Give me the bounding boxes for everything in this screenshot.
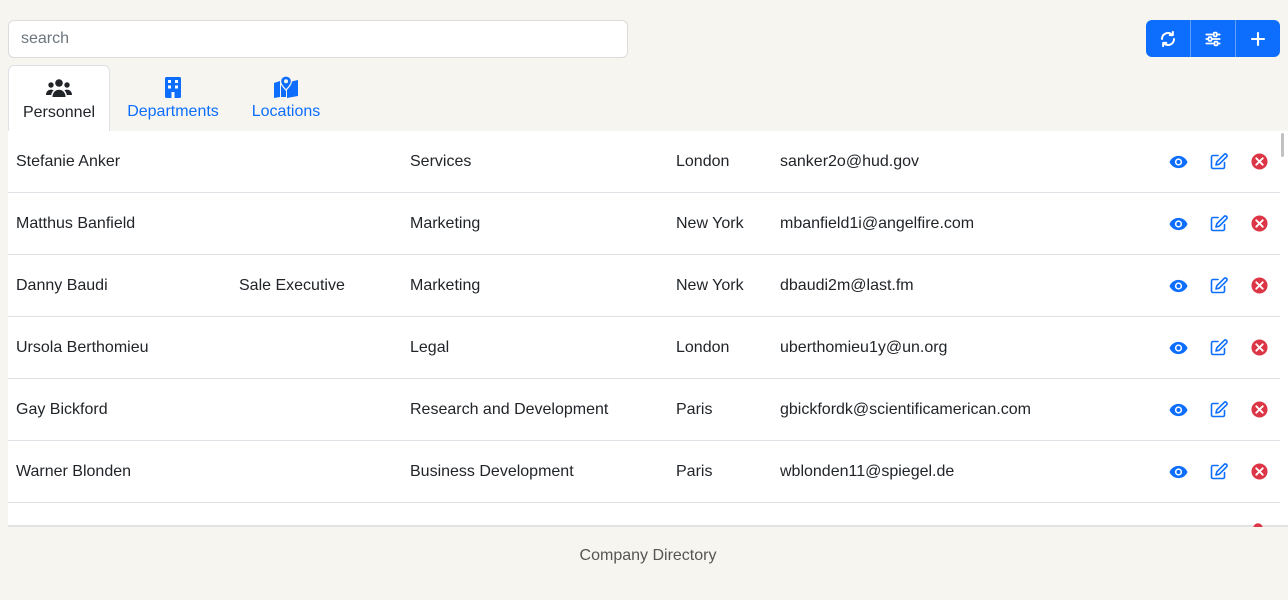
eye-icon bbox=[1168, 217, 1188, 230]
eye-icon bbox=[1168, 155, 1188, 168]
edit-icon bbox=[1210, 462, 1228, 479]
map-location-icon bbox=[273, 76, 299, 98]
tab-departments-label: Departments bbox=[127, 103, 219, 120]
personnel-table: Stefanie Anker Services London sanker2o@… bbox=[8, 131, 1288, 527]
tab-bar: Personnel Departments Locations bbox=[8, 65, 336, 132]
personnel-location: Paris bbox=[676, 400, 713, 418]
table-row: Ursola Berthomieu Legal London uberthomi… bbox=[8, 317, 1280, 379]
table-row: Danny Baudi Sale Executive Marketing New… bbox=[8, 255, 1280, 317]
view-button[interactable] bbox=[1166, 379, 1190, 440]
close-circle-icon bbox=[1250, 277, 1268, 294]
scrollbar-thumb[interactable] bbox=[1281, 133, 1284, 157]
edit-button[interactable] bbox=[1207, 441, 1231, 502]
edit-button[interactable] bbox=[1207, 255, 1231, 316]
edit-button[interactable] bbox=[1207, 193, 1231, 254]
personnel-location: Paris bbox=[676, 462, 713, 480]
eye-icon bbox=[1168, 341, 1188, 354]
edit-button[interactable] bbox=[1207, 379, 1231, 440]
personnel-email: gbickfordk@scientificamerican.com bbox=[780, 400, 1031, 418]
add-button[interactable] bbox=[1236, 20, 1280, 57]
personnel-email: mbanfield1i@angelfire.com bbox=[780, 214, 975, 232]
eye-icon bbox=[1168, 403, 1188, 416]
delete-button[interactable] bbox=[1247, 193, 1271, 254]
tab-personnel-label: Personnel bbox=[22, 104, 96, 121]
eye-icon bbox=[1168, 279, 1188, 292]
delete-button[interactable] bbox=[1247, 441, 1271, 502]
view-button[interactable] bbox=[1166, 255, 1190, 316]
plus-icon bbox=[1250, 31, 1266, 46]
toolbar-button-group bbox=[1146, 20, 1280, 57]
personnel-job-title: Sale Executive bbox=[239, 276, 345, 294]
refresh-button[interactable] bbox=[1146, 20, 1191, 57]
tab-departments[interactable]: Departments bbox=[110, 65, 236, 131]
view-button[interactable] bbox=[1166, 193, 1190, 254]
personnel-department: Legal bbox=[410, 338, 450, 356]
eye-icon bbox=[1168, 465, 1188, 478]
personnel-name: Warner Blonden bbox=[16, 462, 132, 480]
partial-delete-icon bbox=[1253, 523, 1263, 527]
close-circle-icon bbox=[1250, 215, 1268, 232]
close-circle-icon bbox=[1250, 339, 1268, 356]
filter-button[interactable] bbox=[1191, 20, 1236, 57]
personnel-department: Business Development bbox=[410, 462, 574, 480]
edit-button[interactable] bbox=[1207, 317, 1231, 378]
view-button[interactable] bbox=[1166, 317, 1190, 378]
close-circle-icon bbox=[1250, 401, 1268, 418]
personnel-name: Ursola Berthomieu bbox=[16, 338, 149, 356]
personnel-department: Research and Development bbox=[410, 400, 609, 418]
close-circle-icon bbox=[1250, 463, 1268, 480]
building-icon bbox=[165, 76, 181, 98]
footer-text: Company Directory bbox=[579, 547, 717, 564]
tab-personnel[interactable]: Personnel bbox=[8, 65, 110, 132]
refresh-icon bbox=[1161, 30, 1175, 47]
personnel-email: wblonden11@spiegel.de bbox=[780, 462, 955, 480]
personnel-name: Stefanie Anker bbox=[16, 152, 121, 170]
personnel-location: New York bbox=[676, 214, 744, 232]
personnel-name: Gay Bickford bbox=[16, 400, 108, 418]
personnel-email: dbaudi2m@last.fm bbox=[780, 276, 914, 294]
personnel-location: London bbox=[676, 152, 730, 170]
tab-locations-label: Locations bbox=[251, 103, 321, 120]
personnel-name: Matthus Banfield bbox=[16, 214, 136, 232]
delete-button[interactable] bbox=[1247, 317, 1271, 378]
personnel-department: Marketing bbox=[410, 276, 481, 294]
edit-icon bbox=[1210, 400, 1228, 417]
personnel-location: London bbox=[676, 338, 730, 356]
search-input[interactable] bbox=[8, 20, 628, 58]
edit-icon bbox=[1210, 152, 1228, 169]
personnel-email: uberthomieu1y@un.org bbox=[780, 338, 948, 356]
delete-button[interactable] bbox=[1247, 131, 1271, 192]
table-row: Warner Blonden Business Development Pari… bbox=[8, 441, 1280, 503]
personnel-email: sanker2o@hud.gov bbox=[780, 152, 919, 170]
view-button[interactable] bbox=[1166, 441, 1190, 502]
edit-icon bbox=[1210, 214, 1228, 231]
personnel-location: New York bbox=[676, 276, 744, 294]
personnel-department: Services bbox=[410, 152, 472, 170]
tab-locations[interactable]: Locations bbox=[236, 65, 336, 131]
delete-button[interactable] bbox=[1247, 255, 1271, 316]
users-icon bbox=[46, 77, 72, 99]
close-circle-icon bbox=[1250, 153, 1268, 170]
table-row: Stefanie Anker Services London sanker2o@… bbox=[8, 131, 1280, 193]
edit-icon bbox=[1210, 338, 1228, 355]
edit-button[interactable] bbox=[1207, 131, 1231, 192]
table-row: Gay Bickford Research and Development Pa… bbox=[8, 379, 1280, 441]
personnel-name: Danny Baudi bbox=[16, 276, 108, 294]
delete-button[interactable] bbox=[1247, 379, 1271, 440]
edit-icon bbox=[1210, 276, 1228, 293]
personnel-department: Marketing bbox=[410, 214, 481, 232]
view-button[interactable] bbox=[1166, 131, 1190, 192]
filter-sliders-icon bbox=[1205, 31, 1221, 46]
table-row: Matthus Banfield Marketing New York mban… bbox=[8, 193, 1280, 255]
